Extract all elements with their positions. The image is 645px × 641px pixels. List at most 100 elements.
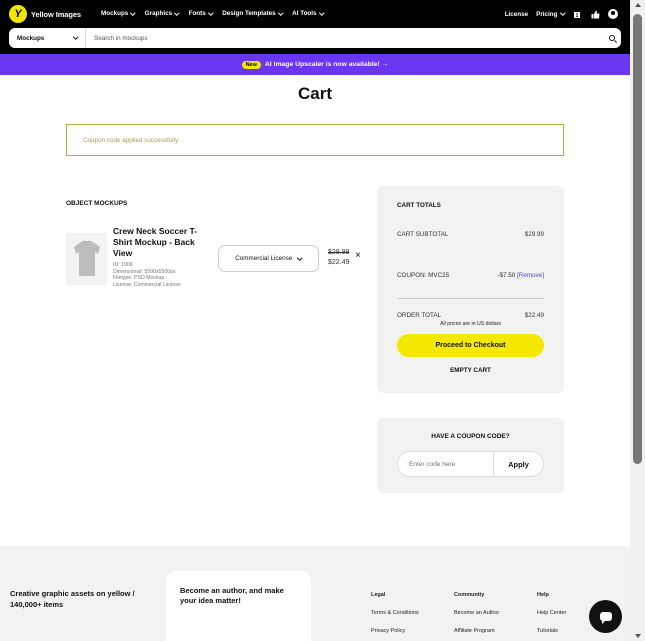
footer-heading: Legal: [371, 592, 386, 598]
author-card[interactable]: Become an author, and make your idea mat…: [166, 571, 311, 641]
promo-text: AI Image Upscaler is now available! →: [264, 61, 389, 68]
product-id: ID: 1906: [113, 262, 133, 268]
cart-count: 1: [576, 13, 579, 19]
nav-label: Design Templates: [222, 10, 276, 17]
page-title: Cart: [297, 84, 332, 103]
order-total-value: $22.49: [524, 312, 544, 319]
coupon-value: -$7.50: [497, 272, 516, 279]
nav-label: Graphics: [144, 10, 173, 17]
user-account-icon[interactable]: [608, 9, 618, 19]
scroll-up-icon[interactable]: [635, 3, 641, 7]
nav-item-design-templates[interactable]: Design Templates: [222, 10, 283, 17]
order-total-row: ORDER TOTAL $22.49: [397, 312, 544, 319]
footer-col-help: Help Help Center Tutorials: [537, 586, 566, 640]
product-license: License: Commercial License: [113, 282, 181, 289]
nav-item-graphics[interactable]: Graphics: [144, 10, 180, 17]
search-category-select[interactable]: Mockups: [9, 28, 86, 48]
nav-item-fonts[interactable]: Fonts: [189, 10, 213, 17]
author-card-text: Become an author, and make your idea mat…: [180, 586, 284, 605]
product-dimensional: Dimensional: 5500x5500px: [113, 268, 176, 275]
apply-coupon-button[interactable]: Apply: [493, 452, 543, 476]
chevron-down-icon: [208, 10, 213, 15]
product-thumbnail[interactable]: [66, 233, 107, 285]
search-icon: [609, 35, 615, 41]
search-input[interactable]: Search in mockups: [86, 35, 603, 42]
coupon-form: Enter code here Apply: [397, 451, 544, 477]
footer-link[interactable]: Terms & Conditions: [371, 604, 419, 622]
subtotal-label: CART SUBTOTAL: [397, 231, 449, 238]
top-navbar: Y Yellow Images Mockups Graphics Fonts D…: [0, 0, 630, 54]
footer-link[interactable]: Become an Author: [454, 604, 499, 622]
license-select-value: Commercial License: [235, 255, 293, 262]
chevron-down-icon: [318, 10, 324, 15]
new-price: $22.49: [328, 259, 350, 266]
nav-item-mockups[interactable]: Mockups: [101, 10, 136, 17]
brand-name: Yellow Images: [31, 9, 81, 19]
old-price: $29.99: [328, 249, 350, 256]
nav-label: Mockups: [101, 10, 129, 17]
product-filetype: Filetype: PSD Mockup: [113, 275, 165, 282]
proceed-to-checkout-button[interactable]: Proceed to Checkout: [397, 334, 544, 357]
currency-note: All prices are in US dollars: [440, 321, 501, 327]
coupon-label: COUPON: MVC25: [397, 272, 450, 279]
nav-label: AI Tools: [292, 10, 317, 17]
product-title[interactable]: Crew Neck Soccer T-Shirt Mockup - Back V…: [113, 226, 213, 259]
footer-link[interactable]: Tutorials: [537, 622, 566, 640]
chevron-down-icon: [297, 255, 303, 260]
nav-label: Pricing: [536, 10, 558, 18]
chevron-down-icon: [174, 10, 180, 15]
chevron-down-icon: [559, 10, 565, 16]
chat-icon: [599, 612, 612, 624]
order-total-label: ORDER TOTAL: [397, 312, 442, 319]
nav-label: Fonts: [188, 10, 206, 17]
footer-link[interactable]: Help Center: [537, 604, 566, 622]
thumbs-up-icon[interactable]: [590, 9, 600, 19]
logo-mark-icon: Y: [9, 5, 27, 23]
coupon-heading: HAVE A COUPON CODE?: [431, 433, 510, 440]
remove-item-close-icon[interactable]: ×: [355, 251, 361, 261]
divider: [397, 298, 544, 299]
scroll-down-icon[interactable]: [635, 634, 641, 638]
tshirt-image: [73, 240, 100, 276]
nav-license-link[interactable]: License: [505, 11, 528, 18]
coupon-success-notice: Coupon code applied successfully: [66, 124, 564, 156]
footer-tagline: Creative graphic assets on yellow / 140,…: [10, 589, 135, 609]
coupon-panel: HAVE A COUPON CODE? Enter code here Appl…: [377, 418, 564, 493]
promo-banner[interactable]: New AI Image Upscaler is now available! …: [0, 54, 630, 75]
coupon-value-group: -$7.50 [Remove]: [497, 272, 544, 279]
chevron-down-icon: [130, 10, 136, 15]
coupon-row: COUPON: MVC25 -$7.50 [Remove]: [397, 272, 544, 279]
search-bar: Mockups Search in mockups: [9, 28, 621, 48]
chevron-down-icon: [277, 10, 283, 15]
new-badge: New: [241, 60, 261, 69]
subtotal-value: $29.99: [524, 231, 544, 238]
cart-icon[interactable]: 1: [572, 9, 582, 19]
scrollbar-thumb[interactable]: [633, 14, 642, 464]
license-select[interactable]: Commercial License: [218, 245, 319, 272]
right-nav: License Pricing 1: [505, 9, 618, 19]
chevron-down-icon: [72, 34, 78, 40]
cart-totals-panel: CART TOTALS CART SUBTOTAL $29.99 COUPON:…: [377, 186, 564, 393]
coupon-code-input[interactable]: Enter code here: [398, 461, 493, 468]
footer-link[interactable]: Affiliate Program: [454, 622, 499, 640]
footer: Creative graphic assets on yellow / 140,…: [0, 546, 630, 641]
main-nav: Mockups Graphics Fonts Design Templates …: [101, 10, 324, 17]
remove-coupon-link[interactable]: [Remove]: [517, 272, 544, 279]
cart-section-label: OBJECT MOCKUPS: [66, 200, 128, 207]
footer-heading: Community: [454, 592, 485, 598]
scrollbar[interactable]: [630, 0, 645, 641]
brand-logo[interactable]: Y Yellow Images: [9, 5, 81, 23]
product-meta: ID: 1906 Dimensional: 5500x5500px Filety…: [113, 262, 181, 289]
footer-col-legal: Legal Terms & Conditions Privacy Policy: [371, 586, 419, 640]
footer-heading: Help: [537, 592, 549, 598]
cart-totals-heading: CART TOTALS: [397, 202, 441, 209]
chat-button[interactable]: [589, 600, 622, 633]
footer-link[interactable]: Privacy Policy: [371, 622, 419, 640]
nav-item-ai-tools[interactable]: AI Tools: [292, 10, 324, 17]
empty-cart-button[interactable]: EMPTY CART: [377, 367, 564, 374]
subtotal-row: CART SUBTOTAL $29.99: [397, 231, 544, 238]
search-category-label: Mockups: [17, 34, 45, 42]
search-button[interactable]: [603, 35, 621, 41]
footer-col-community: Community Become an Author Affiliate Pro…: [454, 586, 499, 640]
nav-pricing[interactable]: Pricing: [536, 10, 565, 18]
